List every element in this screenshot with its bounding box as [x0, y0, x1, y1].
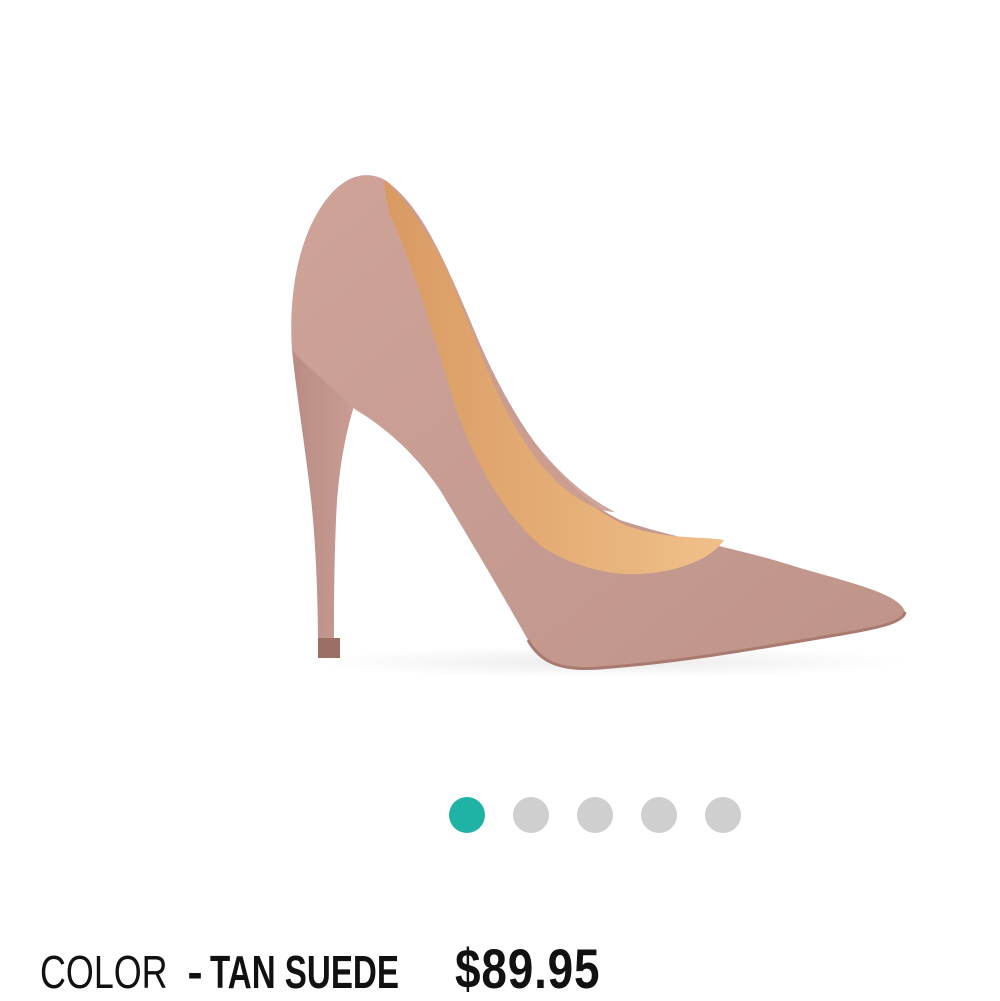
pump-shoe-image	[291, 175, 910, 678]
shoe-body	[291, 175, 905, 669]
carousel-dot-1[interactable]	[449, 797, 485, 833]
color-value: TAN SUEDE	[210, 946, 399, 998]
carousel-dot-5[interactable]	[705, 797, 741, 833]
image-carousel-dots	[449, 797, 741, 833]
color-separator: -	[187, 946, 203, 998]
carousel-dot-2[interactable]	[513, 797, 549, 833]
product-price: $89.95	[455, 937, 601, 1000]
carousel-dot-3[interactable]	[577, 797, 613, 833]
heel-tip	[318, 638, 340, 658]
product-image[interactable]	[0, 0, 1000, 770]
color-label: COLOR	[40, 946, 168, 998]
carousel-dot-4[interactable]	[641, 797, 677, 833]
product-info-bar: COLOR - TAN SUEDE $89.95	[40, 936, 632, 1000]
